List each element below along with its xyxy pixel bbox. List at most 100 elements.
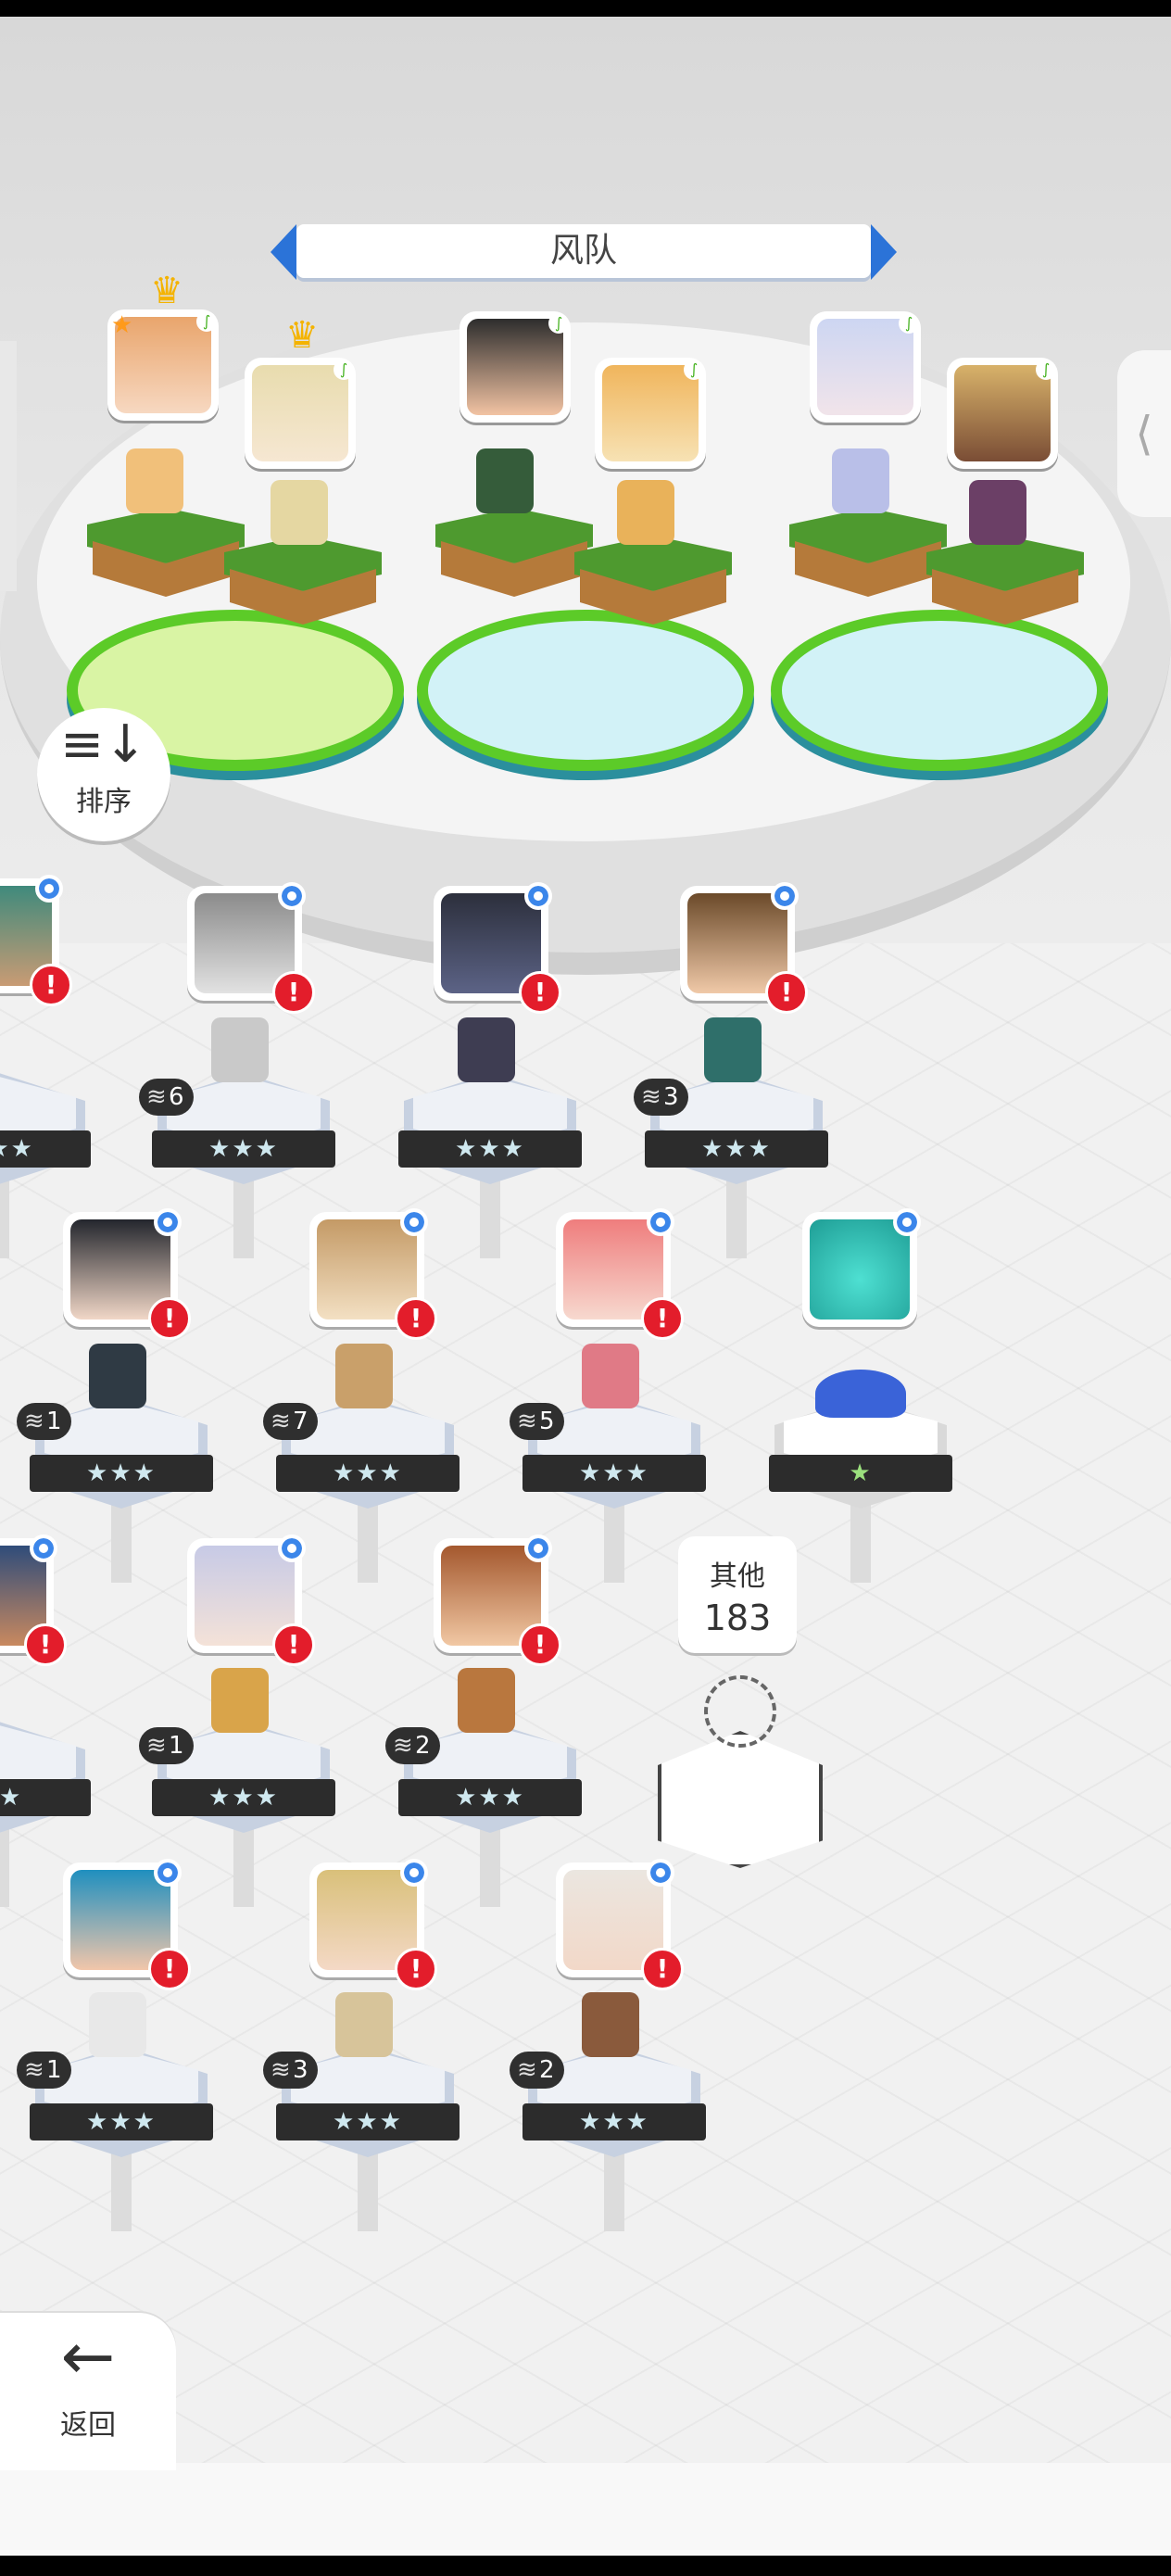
roster-pillar[interactable]: ★★★	[398, 1073, 582, 1258]
selected-dot-icon	[278, 1534, 306, 1562]
hero-sprite[interactable]	[211, 1668, 269, 1733]
team-member-portrait[interactable]: ★ ∫	[107, 309, 219, 421]
stack-icon: ≋	[146, 1083, 167, 1111]
formation-platform[interactable]	[789, 508, 947, 610]
left-edge-tab[interactable]	[0, 341, 17, 591]
star-rating: ★★★	[276, 2103, 460, 2140]
selected-dot-icon	[35, 875, 63, 903]
selected-dot-icon	[524, 1534, 552, 1562]
formation-platform[interactable]	[435, 508, 593, 610]
star-rating: ★★★	[152, 1779, 335, 1816]
hero-sprite[interactable]	[458, 1017, 515, 1082]
other-heroes-bubble[interactable]: 其他 183	[678, 1536, 797, 1653]
other-label: 其他	[710, 1560, 765, 1593]
navigation-bar	[0, 2557, 1171, 2576]
roster-hero-card[interactable]: !	[309, 1859, 437, 1990]
team-member-portrait[interactable]: ∫	[245, 358, 356, 469]
formation-platform[interactable]	[87, 508, 245, 610]
roster-hero-card[interactable]: !	[680, 882, 808, 1014]
roster-hero-card[interactable]: !	[187, 1534, 315, 1666]
star-rating: ★★★	[152, 1130, 335, 1168]
back-arrow-icon: ←	[60, 2318, 116, 2394]
stack-icon: ≋	[271, 2056, 291, 2084]
hero-sprite[interactable]	[617, 480, 674, 545]
roster-hero-card[interactable]	[802, 1208, 921, 1327]
hero-sprite[interactable]	[476, 448, 534, 513]
formation-platform[interactable]	[574, 536, 732, 638]
formation-platform[interactable]	[926, 536, 1084, 638]
back-button[interactable]: ← 返回	[0, 2313, 176, 2470]
team-banner[interactable]: 风队	[269, 219, 899, 284]
hero-sprite[interactable]	[335, 1344, 393, 1408]
other-heroes-pillar[interactable]	[658, 1675, 823, 1879]
hero-sprite[interactable]	[582, 1992, 639, 2057]
side-expand-tab[interactable]: ⟨	[1117, 350, 1171, 517]
wind-element-icon: ∫	[899, 313, 919, 334]
roster-hero-card[interactable]: !	[434, 882, 561, 1014]
star-rating: ★★★	[0, 1130, 91, 1168]
stack-icon: ≋	[146, 1732, 167, 1760]
alert-icon: !	[519, 1623, 561, 1666]
roster-hero-card[interactable]: !	[0, 1534, 67, 1666]
roster-hero-card[interactable]: !	[0, 875, 72, 1006]
copies-count-badge: ≋1	[17, 2052, 71, 2089]
team-member-portrait[interactable]: ∫	[810, 311, 921, 423]
hero-sprite[interactable]	[969, 480, 1026, 545]
hero-sprite[interactable]	[126, 448, 183, 513]
star-rating: ★★★	[276, 1455, 460, 1492]
hero-sprite[interactable]	[211, 1017, 269, 1082]
alert-icon: !	[30, 964, 72, 1006]
leader-star-icon: ★	[111, 311, 133, 339]
alert-icon: !	[148, 1948, 191, 1990]
team-member-portrait[interactable]: ∫	[595, 358, 706, 469]
roster-hero-card[interactable]: !	[309, 1208, 437, 1340]
crown-icon: ♛	[150, 270, 183, 312]
team-member-portrait[interactable]: ∫	[947, 358, 1058, 469]
selected-dot-icon	[647, 1208, 674, 1236]
stack-icon: ≋	[393, 1732, 413, 1760]
hero-sprite[interactable]	[832, 448, 889, 513]
roster-pillar[interactable]: ★	[769, 1397, 952, 1583]
hero-sprite[interactable]	[582, 1344, 639, 1408]
hero-sprite[interactable]	[335, 1992, 393, 2057]
hero-sprite[interactable]	[89, 1344, 146, 1408]
team-member-portrait[interactable]: ∫	[460, 311, 571, 423]
roster-hero-card[interactable]: !	[63, 1208, 191, 1340]
selected-dot-icon	[524, 882, 552, 910]
roster-hero-card[interactable]: !	[556, 1859, 684, 1990]
stack-icon: ≋	[517, 2056, 537, 2084]
hero-sprite[interactable]	[89, 1992, 146, 2057]
slime-sprite[interactable]	[815, 1370, 906, 1418]
roster-hero-card[interactable]: !	[63, 1859, 191, 1990]
copies-count-badge: ≋1	[139, 1727, 194, 1764]
copies-count-badge: ≋6	[139, 1079, 194, 1116]
roster-hero-card[interactable]: !	[556, 1208, 684, 1340]
stack-icon: ≋	[641, 1083, 661, 1111]
hero-sprite[interactable]	[271, 480, 328, 545]
copies-count-badge: ≋2	[385, 1727, 440, 1764]
bottom-strip	[0, 2463, 1171, 2556]
formation-platform[interactable]	[224, 536, 382, 638]
hero-sprite[interactable]	[704, 1017, 762, 1082]
selected-dot-icon	[30, 1534, 57, 1562]
status-bar	[0, 0, 1171, 17]
copies-count-badge: ≋3	[263, 2052, 318, 2089]
hero-sprite[interactable]	[458, 1668, 515, 1733]
copies-count-badge: ≋1	[17, 1403, 71, 1440]
sort-button[interactable]: ≡↓ 排序	[37, 708, 170, 841]
star-rating: ★	[769, 1455, 952, 1492]
next-team-chevron-icon[interactable]	[871, 224, 897, 280]
selected-dot-icon	[400, 1859, 428, 1887]
alert-icon: !	[24, 1623, 67, 1666]
wind-element-icon: ∫	[334, 360, 354, 380]
selected-dot-icon	[400, 1208, 428, 1236]
roster-hero-card[interactable]: !	[434, 1534, 561, 1666]
copies-count-badge: ≋2	[510, 2052, 564, 2089]
roster-hero-card[interactable]: !	[187, 882, 315, 1014]
team-formation-screen: ⟨ 风队 ♛ ★ ∫ ♛ ∫ ∫ ∫ ∫ ∫ ≡↓ 排序 ★ ! ★★★ ! ≋…	[0, 17, 1171, 2556]
star-rating: ★★★	[523, 2103, 706, 2140]
prev-team-chevron-icon[interactable]	[271, 224, 296, 280]
chevron-left-icon: ⟨	[1135, 407, 1153, 461]
selected-dot-icon	[154, 1208, 182, 1236]
star-rating: ★★★	[30, 1455, 213, 1492]
